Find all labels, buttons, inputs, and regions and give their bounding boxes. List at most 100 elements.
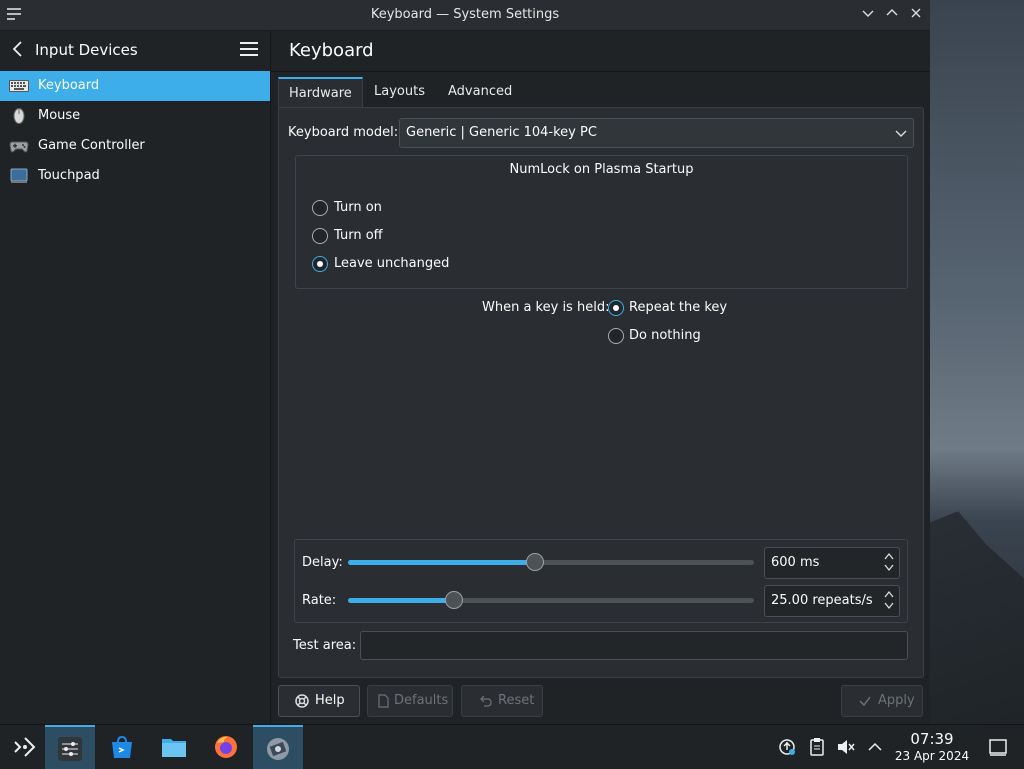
help-button[interactable]: Help (278, 685, 360, 717)
tab-layouts[interactable]: Layouts (364, 77, 435, 107)
reset-button-label: Reset (498, 693, 535, 708)
turn-off-label[interactable]: Turn off (334, 228, 383, 243)
taskbar: 07:39 23 Apr 2024 (0, 724, 1024, 769)
chevron-down-icon (862, 10, 874, 17)
repeat-settings-group: Delay: 600 ms Rate: 25.00 repeats/s (294, 539, 908, 623)
back-arrow-icon[interactable] (12, 40, 24, 58)
delay-slider-handle[interactable] (525, 553, 544, 571)
leave-unchanged-radio[interactable] (312, 256, 328, 272)
delay-spinbox[interactable]: 600 ms (764, 547, 900, 579)
spin-arrows-icon[interactable] (883, 551, 895, 573)
numlock-groupbox: NumLock on Plasma Startup Turn on Turn o… (295, 155, 908, 289)
hardware-panel: Keyboard model: Generic | Generic 104-ke… (278, 107, 924, 678)
mouse-icon (13, 108, 25, 124)
sidebar-item-label: Touchpad (38, 168, 100, 183)
sidebar-title: Input Devices (35, 41, 138, 59)
rate-value: 25.00 repeats/s (771, 593, 873, 608)
chevron-down-icon (895, 130, 907, 137)
gamepad-icon (9, 141, 29, 153)
maximize-button[interactable] (882, 5, 902, 25)
show-desktop-icon[interactable] (988, 737, 1008, 757)
keyboard-model-combobox[interactable]: Generic | Generic 104-key PC (399, 118, 914, 148)
file-manager-icon (162, 739, 186, 757)
rate-slider-fill (348, 598, 454, 603)
close-button[interactable] (906, 5, 926, 25)
turn-off-radio[interactable] (312, 228, 328, 244)
rate-slider-handle[interactable] (444, 591, 463, 609)
task-video-app[interactable] (253, 725, 303, 769)
sidebar-item-label: Keyboard (38, 78, 100, 93)
digital-clock[interactable]: 07:39 23 Apr 2024 (888, 731, 976, 763)
tab-hardware[interactable]: Hardware (278, 77, 363, 108)
turn-on-radio[interactable] (312, 200, 328, 216)
sidebar-header: Input Devices (0, 31, 270, 72)
keyboard-icon (9, 80, 29, 92)
test-area-label: Test area: (293, 638, 357, 653)
turn-on-label[interactable]: Turn on (334, 200, 382, 215)
sidebar-item-label: Game Controller (38, 138, 145, 153)
test-area-input[interactable] (360, 631, 908, 660)
defaults-button-label: Defaults (394, 693, 449, 708)
titlebar[interactable]: Keyboard — System Settings (0, 0, 930, 31)
touchpad-icon (10, 168, 28, 183)
page-title: Keyboard (289, 40, 374, 61)
rate-slider[interactable] (348, 591, 754, 609)
do-nothing-label[interactable]: Do nothing (629, 328, 701, 343)
volume-muted-icon[interactable] (836, 737, 856, 757)
application-launcher[interactable] (0, 725, 50, 769)
checkmark-icon (859, 696, 871, 707)
key-held-label: When a key is held: (482, 300, 610, 315)
document-icon (378, 694, 389, 708)
repeat-key-label[interactable]: Repeat the key (629, 300, 727, 315)
main-header: Keyboard (271, 31, 930, 72)
task-file-manager[interactable] (149, 725, 199, 769)
sidebar-item-game-controller[interactable]: Game Controller (0, 131, 270, 161)
minimize-button[interactable] (858, 5, 878, 25)
keyboard-model-label: Keyboard model: (288, 125, 399, 140)
help-button-label: Help (315, 693, 345, 708)
sidebar-item-touchpad[interactable]: Touchpad (0, 161, 270, 191)
apply-button[interactable]: Apply (841, 685, 923, 717)
task-system-settings[interactable] (45, 725, 95, 769)
leave-unchanged-label[interactable]: Leave unchanged (334, 256, 449, 271)
do-nothing-radio[interactable] (608, 328, 624, 344)
clipboard-icon[interactable] (807, 737, 827, 757)
defaults-button[interactable]: Defaults (367, 685, 453, 717)
reset-button[interactable]: Reset (461, 685, 543, 717)
delay-slider-fill (348, 560, 535, 565)
delay-value: 600 ms (771, 555, 820, 570)
hamburger-menu-icon[interactable] (240, 42, 258, 56)
sidebar-item-label: Mouse (38, 108, 81, 123)
task-firefox[interactable] (201, 725, 251, 769)
sidebar: Input Devices Keyboard Mouse Game Contro… (0, 31, 271, 724)
numlock-group-title: NumLock on Plasma Startup (509, 162, 694, 177)
application-launcher-icon (14, 737, 36, 757)
undo-icon (480, 695, 492, 707)
system-settings-window: Keyboard — System Settings Input Devices (0, 0, 930, 724)
close-icon (911, 8, 921, 18)
task-discover[interactable] (97, 725, 147, 769)
video-app-icon (267, 738, 289, 760)
delay-slider[interactable] (348, 553, 754, 571)
delay-label: Delay: (302, 555, 343, 570)
chevron-up-icon (886, 9, 898, 16)
clock-date: 23 Apr 2024 (894, 749, 970, 763)
discover-store-icon (112, 735, 132, 758)
spin-arrows-icon[interactable] (883, 589, 895, 611)
rate-spinbox[interactable]: 25.00 repeats/s (764, 585, 900, 617)
tab-advanced[interactable]: Advanced (438, 77, 522, 107)
keyboard-model-value: Generic | Generic 104-key PC (406, 125, 597, 140)
main-content: Keyboard Hardware Layouts Advanced Keybo… (271, 31, 930, 724)
apply-button-label: Apply (878, 693, 915, 708)
update-notifier-icon[interactable] (777, 737, 797, 757)
sidebar-item-keyboard[interactable]: Keyboard (0, 71, 270, 101)
system-settings-icon (58, 737, 82, 761)
clock-time: 07:39 (910, 730, 954, 748)
rate-label: Rate: (302, 593, 337, 608)
window-title: Keyboard — System Settings (370, 7, 560, 22)
repeat-key-radio[interactable] (608, 300, 624, 316)
firefox-icon (215, 736, 237, 758)
chevron-up-icon[interactable] (865, 737, 885, 757)
help-lifebuoy-icon (295, 694, 309, 708)
sidebar-item-mouse[interactable]: Mouse (0, 101, 270, 131)
